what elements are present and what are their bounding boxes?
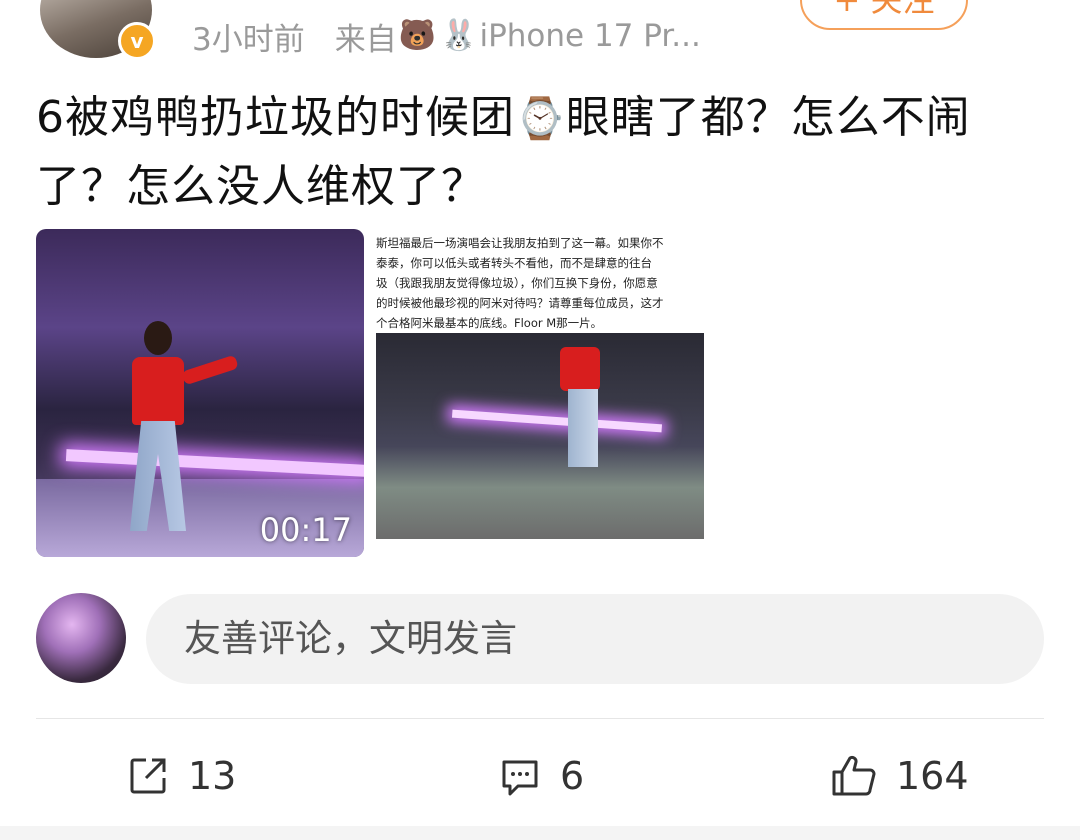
performer-jacket: [132, 357, 184, 425]
source-device[interactable]: iPhone 17 Pr...: [479, 18, 700, 54]
share-button[interactable]: 13: [126, 752, 236, 800]
screenshot-line: 圾（我跟我朋友觉得像垃圾），你们互换下身份，你愿意: [376, 276, 658, 290]
source-prefix: 来自: [334, 21, 397, 58]
post-meta: 3小时前 来自 🐻 🐰 iPhone 17 Pr...: [192, 14, 701, 58]
stage-light: [65, 449, 364, 477]
screenshot-line: 斯坦福最后一场演唱会让我朋友拍到了这一幕。如果你不: [376, 236, 664, 250]
comment-count: 6: [560, 754, 585, 798]
performer-arm: [181, 354, 239, 386]
video-thumbnail[interactable]: 00:17: [36, 229, 364, 557]
watch-emoji-icon: ⌚: [515, 96, 566, 142]
post-text-part1: 6被鸡鸭扔垃圾的时候团: [36, 92, 515, 143]
comment-icon: [502, 760, 538, 796]
image-thumbnail[interactable]: 斯坦福最后一场演唱会让我朋友拍到了这一幕。如果你不 泰泰，你可以低头或者转头不看…: [376, 229, 704, 557]
share-icon: [130, 758, 166, 794]
comment-input[interactable]: 友善评论，文明发言: [146, 594, 1044, 684]
my-avatar[interactable]: [36, 593, 126, 683]
performer-head: [144, 321, 172, 355]
verified-badge-icon: v: [118, 22, 156, 60]
screenshot-footer: [376, 539, 704, 557]
like-icon: [832, 755, 876, 796]
post-content: 6被鸡鸭扔垃圾的时候团⌚眼瞎了都？怎么不闹了？怎么没人维权了？: [36, 84, 1036, 221]
post-time: 3小时前: [192, 21, 305, 58]
like-count: 164: [896, 754, 969, 798]
share-count: 13: [188, 754, 237, 798]
bear-emoji-icon: 🐻: [398, 18, 437, 53]
screenshot-line: 的时候被他最珍视的阿米对待吗？请尊重每位成员，这才: [376, 296, 664, 310]
concert-photo: [376, 333, 704, 539]
like-button[interactable]: 164: [830, 752, 969, 800]
follow-button[interactable]: + 关注: [800, 0, 968, 30]
performer-jacket: [560, 347, 600, 391]
video-duration: 00:17: [259, 511, 352, 549]
bottom-separator: [0, 826, 1080, 840]
performer-legs: [568, 389, 598, 467]
screenshot-line: 泰泰，你可以低头或者转头不看他，而不是肆意的往台: [376, 256, 652, 270]
comment-button[interactable]: 6: [498, 752, 584, 800]
rabbit-emoji-icon: 🐰: [440, 18, 478, 53]
screenshot-text: 斯坦福最后一场演唱会让我朋友拍到了这一幕。如果你不 泰泰，你可以低头或者转头不看…: [376, 229, 704, 333]
screenshot-line: 个合格阿米最基本的底线。Floor M那一片。: [376, 316, 603, 330]
divider: [36, 718, 1044, 719]
